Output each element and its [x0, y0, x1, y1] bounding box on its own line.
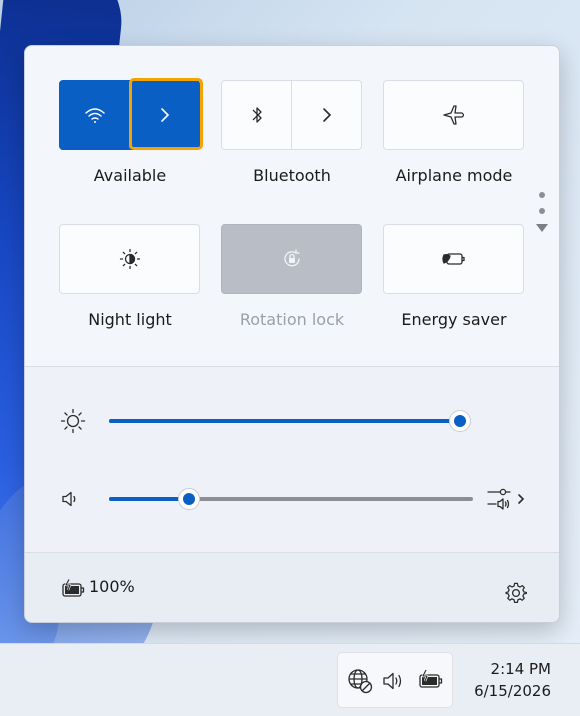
bluetooth-tile-label: Bluetooth	[253, 166, 331, 185]
quick-settings-panel: Available Bluetooth Airplane mode Night …	[24, 45, 560, 623]
audio-output-button[interactable]	[486, 487, 528, 511]
night-light-tile[interactable]	[59, 224, 200, 294]
volume-slider-fill	[109, 497, 189, 501]
night-light-tile-label: Night light	[88, 310, 172, 329]
rotation-lock-tile[interactable]	[221, 224, 362, 294]
night-light-icon	[119, 248, 141, 270]
wifi-tile-label: Available	[93, 166, 167, 185]
rotation-lock-tile-label: Rotation lock	[239, 310, 345, 329]
taskbar-clock[interactable]: 2:14 PM 6/15/2026	[474, 658, 551, 702]
section-divider	[25, 366, 559, 367]
taskbar: 2:14 PM 6/15/2026	[0, 643, 580, 716]
system-tray[interactable]	[337, 652, 453, 708]
clock-date: 6/15/2026	[474, 682, 551, 700]
rotation-lock-icon	[281, 248, 303, 270]
quick-settings-tiles: Available Bluetooth Airplane mode Night …	[25, 46, 559, 366]
volume-slider-row	[25, 479, 559, 519]
airplane-mode-tile[interactable]	[383, 80, 524, 150]
airplane-icon	[442, 104, 466, 126]
energy-saver-icon	[441, 250, 467, 268]
page-dot[interactable]	[539, 208, 545, 214]
bluetooth-expand-button[interactable]	[291, 81, 361, 149]
chevron-right-icon	[160, 107, 170, 123]
energy-saver-tile[interactable]	[383, 224, 524, 294]
chevron-right-icon	[322, 107, 332, 123]
bluetooth-toggle-button[interactable]	[222, 81, 291, 149]
clock-time: 2:14 PM	[490, 660, 551, 678]
brightness-slider-thumb[interactable]	[449, 410, 471, 432]
tiles-pager	[535, 192, 549, 232]
brightness-slider-row	[25, 401, 559, 441]
quick-settings-footer: 100%	[25, 552, 559, 622]
bluetooth-icon	[250, 105, 264, 125]
wifi-expand-button[interactable]	[129, 81, 199, 149]
page-dot[interactable]	[539, 192, 545, 198]
bluetooth-tile[interactable]	[221, 80, 362, 150]
battery-charging-icon	[61, 579, 87, 599]
airplane-mode-tile-label: Airplane mode	[395, 166, 513, 185]
wifi-icon	[84, 106, 106, 124]
wifi-toggle-button[interactable]	[60, 81, 129, 149]
brightness-icon	[59, 407, 87, 435]
settings-gear-icon[interactable]	[505, 582, 527, 604]
wifi-tile[interactable]	[59, 80, 200, 150]
volume-icon	[382, 670, 408, 692]
battery-icon	[417, 669, 445, 691]
brightness-slider-fill	[109, 419, 460, 423]
page-down-arrow-icon[interactable]	[536, 224, 548, 232]
speaker-icon	[61, 490, 79, 508]
network-icon	[347, 668, 373, 694]
energy-saver-tile-label: Energy saver	[401, 310, 507, 329]
battery-percentage[interactable]: 100%	[89, 577, 135, 596]
volume-slider-thumb[interactable]	[178, 488, 200, 510]
